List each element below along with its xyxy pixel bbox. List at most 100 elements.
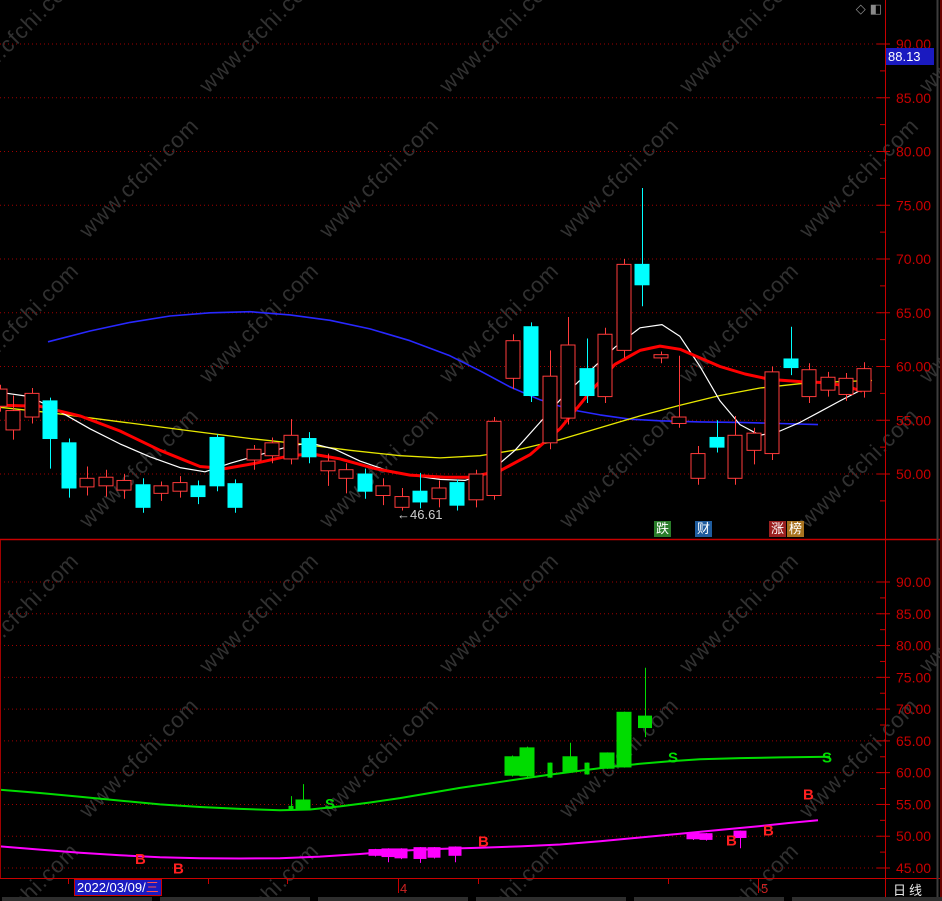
market-button-3[interactable]: 涨 xyxy=(769,521,787,537)
axis-label: 65.00 xyxy=(896,305,931,321)
axis-label: 70.00 xyxy=(896,701,931,717)
market-button-1[interactable]: 跌 xyxy=(654,521,672,537)
candle-body xyxy=(283,434,299,460)
weekday-text: 三 xyxy=(145,880,159,895)
axis-label: 75.00 xyxy=(896,669,931,685)
axis-label: 75.00 xyxy=(896,197,931,213)
candle-body xyxy=(801,369,817,398)
candle-body xyxy=(0,388,8,407)
axis-label: 90.00 xyxy=(896,574,931,590)
candle-body xyxy=(686,832,700,840)
candle-body xyxy=(209,436,225,487)
candle-body xyxy=(584,762,590,775)
diamond-icon[interactable]: ◇ xyxy=(856,1,866,17)
signal-indicator-panel: 90.00 85.00 80.00 75.00 70.00 65.00 60.00 55.00… xyxy=(0,574,931,878)
candle-body xyxy=(301,438,317,458)
buy-signal: B xyxy=(135,851,146,868)
axis-label: 50.00 xyxy=(896,466,931,482)
candle-body xyxy=(616,711,632,768)
main-price-panel: 90.0085.0080.0075.0070.0065.0060.0055.00… xyxy=(0,36,931,513)
date-text: 2022/03/09/ xyxy=(77,880,146,895)
candle-body xyxy=(486,420,502,497)
candle-body xyxy=(227,483,243,508)
candle-body xyxy=(190,485,206,498)
candle-body xyxy=(638,715,652,729)
axis-label: 55.00 xyxy=(896,412,931,428)
candle-body xyxy=(413,847,427,859)
candle-body xyxy=(135,484,151,508)
chart-canvas[interactable]: 90.00 85.00 80.00 75.00 70.00 65.00 60.00 55.00… xyxy=(0,0,942,901)
candle-body xyxy=(505,340,521,379)
candle-body xyxy=(523,326,539,397)
horizontal-scrollbar[interactable] xyxy=(476,897,626,901)
horizontal-scrollbar[interactable] xyxy=(318,897,468,901)
stock-chart-app: www.cfchi.com www.cfchi.com www.cfchi.com w… xyxy=(0,0,942,901)
candle-body xyxy=(560,344,576,419)
axis-label: 85.00 xyxy=(896,90,931,106)
candle-body xyxy=(597,333,613,398)
axis-label: 60.00 xyxy=(896,359,931,375)
candle-body xyxy=(172,482,188,492)
ma-line-blue xyxy=(47,310,819,426)
candle-body xyxy=(375,485,391,497)
candle-body xyxy=(264,442,280,457)
horizontal-scrollbar[interactable] xyxy=(634,897,784,901)
candle-body xyxy=(599,752,615,769)
axis-label: 80.00 xyxy=(896,638,931,654)
sell-signal: S xyxy=(822,749,832,766)
axis-label: 65.00 xyxy=(896,733,931,749)
candle-body xyxy=(448,846,462,856)
candle-body xyxy=(671,416,687,424)
candle-body xyxy=(431,487,447,500)
candle-body xyxy=(468,473,484,501)
candle-body xyxy=(381,848,395,858)
candle-body xyxy=(24,392,40,418)
candle-body xyxy=(699,833,713,840)
market-button-4[interactable]: 榜 xyxy=(787,521,805,537)
candle-body xyxy=(427,847,441,858)
titlebar-icons: ◇ ◧ xyxy=(856,0,882,17)
split-window-icon[interactable]: ◧ xyxy=(870,1,882,17)
candle-body xyxy=(653,354,669,359)
status-bar: 2022/03/09/三 4 5 日线 xyxy=(0,879,942,899)
indicator-line-green xyxy=(0,755,831,812)
candle-body xyxy=(579,368,595,397)
candle-body xyxy=(820,376,836,391)
candle-body xyxy=(338,469,354,479)
candle-body xyxy=(42,400,58,440)
axis-label: 45.00 xyxy=(896,860,931,876)
candle-body xyxy=(368,849,382,856)
market-button-2[interactable]: 财 xyxy=(695,521,713,537)
candle-body xyxy=(562,756,578,772)
sell-signal: S xyxy=(668,749,678,766)
candle-body xyxy=(394,848,408,859)
axis-label: 80.00 xyxy=(896,144,931,160)
axis-label: 55.00 xyxy=(896,796,931,812)
axis-label: 85.00 xyxy=(896,606,931,622)
buy-signal: B xyxy=(803,786,814,803)
candle-body xyxy=(547,762,553,778)
last-price-badge: 88.13 xyxy=(886,48,934,65)
candle-body xyxy=(838,377,854,395)
candle-body xyxy=(98,476,114,487)
candle-body xyxy=(783,358,799,369)
candle-body xyxy=(449,482,465,506)
candle-body xyxy=(116,479,132,491)
buy-signal: B xyxy=(478,833,489,850)
horizontal-scrollbar[interactable] xyxy=(2,897,152,901)
buy-signal: B xyxy=(173,861,184,878)
month-label: 4 xyxy=(400,881,408,896)
candle-body xyxy=(690,453,706,479)
horizontal-scrollbar[interactable] xyxy=(160,897,310,901)
month-label: 5 xyxy=(761,881,769,896)
axis-label: 60.00 xyxy=(896,765,931,781)
candle-body xyxy=(320,460,336,472)
candle-body xyxy=(295,799,311,810)
axis-label: 70.00 xyxy=(896,251,931,267)
candle-body xyxy=(412,490,428,503)
candle-body xyxy=(79,477,95,488)
date-readout: 2022/03/09/三 xyxy=(74,879,162,896)
candle-body xyxy=(542,375,558,444)
period-label[interactable]: 日线 xyxy=(893,880,925,899)
candle-body xyxy=(5,410,21,431)
